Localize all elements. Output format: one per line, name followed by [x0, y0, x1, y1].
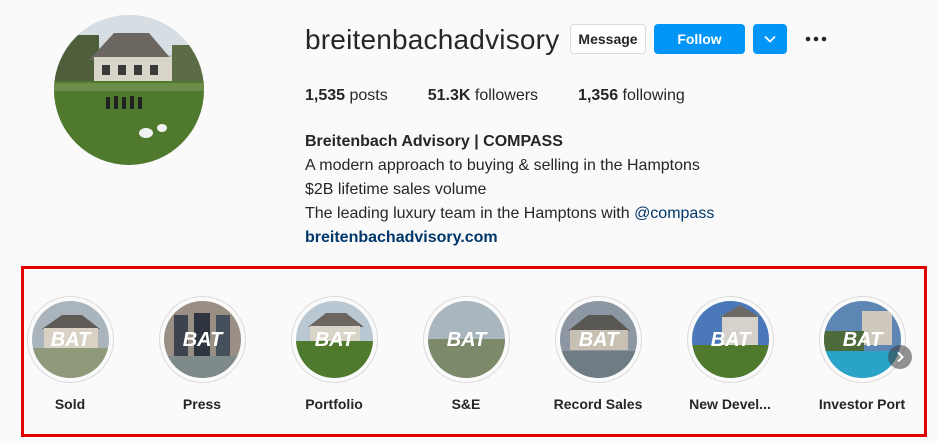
highlight-sold[interactable]: BAT Sold	[25, 296, 115, 412]
highlight-cover-ring: BAT	[818, 296, 906, 383]
more-options-button[interactable]	[803, 28, 829, 50]
highlight-cover-ring: BAT	[554, 296, 642, 383]
profile-username: breitenbachadvisory	[305, 24, 560, 55]
posts-label: posts	[349, 87, 388, 104]
chevron-right-icon	[897, 351, 904, 363]
profile-bio: Breitenbach Advisory | COMPASS A modern …	[305, 130, 714, 250]
highlight-cover-text: BAT	[578, 329, 619, 351]
following-count: 1,356	[578, 87, 619, 104]
highlight-label: Sold	[54, 396, 86, 412]
compass-mention-link[interactable]: @compass	[634, 205, 714, 222]
highlights-next-button[interactable]	[888, 345, 912, 369]
highlight-cover-text: BAT	[842, 329, 883, 351]
highlight-cover-text: BAT	[710, 329, 751, 351]
highlight-cover-image: BAT	[295, 301, 373, 378]
highlight-s-and-e[interactable]: BAT S&E	[421, 296, 511, 412]
profile-full-name: Breitenbach Advisory | COMPASS	[305, 133, 563, 150]
profile-photo	[54, 15, 204, 165]
highlight-press[interactable]: BAT Press	[157, 296, 247, 412]
highlight-cover-image: BAT	[559, 301, 637, 378]
profile-avatar[interactable]	[54, 15, 204, 165]
highlight-cover-ring: BAT	[26, 296, 114, 383]
highlight-label: Investor Port	[818, 396, 906, 412]
website-link[interactable]: breitenbachadvisory.com	[305, 226, 714, 250]
highlight-cover-image: BAT	[31, 301, 109, 378]
follow-button[interactable]: Follow	[654, 24, 745, 54]
message-button[interactable]: Message	[570, 24, 646, 54]
highlight-cover-text: BAT	[446, 329, 487, 351]
highlight-cover-image: BAT	[691, 301, 769, 378]
bio-line-3: The leading luxury team in the Hamptons …	[305, 202, 714, 226]
highlight-cover-ring: BAT	[290, 296, 378, 383]
highlight-label: Portfolio	[305, 396, 363, 412]
highlight-cover-text: BAT	[182, 329, 223, 351]
highlight-label: Record Sales	[553, 396, 643, 412]
highlight-cover-text: BAT	[314, 329, 355, 351]
highlight-cover-ring: BAT	[422, 296, 510, 383]
highlight-label: Press	[182, 396, 222, 412]
highlight-new-developments[interactable]: BAT New Devel...	[685, 296, 775, 412]
posts-stat: 1,535 posts	[305, 87, 388, 105]
highlight-label: S&E	[451, 396, 481, 412]
highlight-cover-image: BAT	[427, 301, 505, 378]
highlight-cover-ring: BAT	[686, 296, 774, 383]
highlight-portfolio[interactable]: BAT Portfolio	[289, 296, 379, 412]
bio-line-1: A modern approach to buying & selling in…	[305, 157, 700, 174]
highlight-cover-ring: BAT	[158, 296, 246, 383]
following-stat[interactable]: 1,356 following	[578, 87, 685, 105]
highlight-record-sales[interactable]: BAT Record Sales	[553, 296, 643, 412]
bio-line-3-text: The leading luxury team in the Hamptons …	[305, 205, 635, 222]
more-options-icon	[805, 36, 827, 42]
highlight-cover-image: BAT	[163, 301, 241, 378]
posts-count: 1,535	[305, 87, 346, 104]
profile-stats: 1,535 posts 51.3K followers 1,356 follow…	[305, 87, 725, 105]
highlight-cover-image: BAT	[823, 301, 901, 378]
bio-line-2: $2B lifetime sales volume	[305, 181, 487, 198]
chevron-down-icon	[764, 35, 776, 43]
following-label: following	[622, 87, 685, 104]
followers-count: 51.3K	[427, 87, 471, 104]
highlight-label: New Devel...	[689, 396, 771, 412]
followers-stat[interactable]: 51.3K followers	[428, 87, 538, 105]
highlight-cover-text: BAT	[50, 329, 91, 351]
suggested-dropdown-button[interactable]	[753, 24, 787, 54]
followers-label: followers	[474, 87, 539, 104]
